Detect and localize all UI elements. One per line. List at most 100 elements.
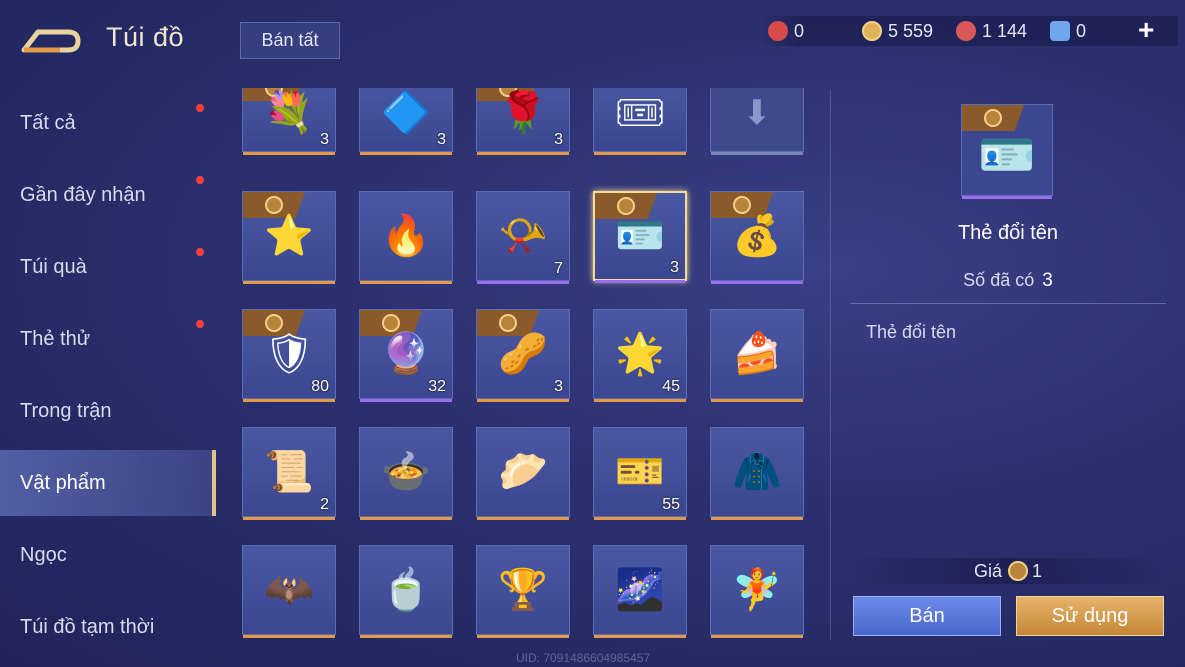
item-slot[interactable]: 🌹 3 — [476, 88, 570, 155]
item-count: 3 — [437, 131, 446, 148]
currency-value: 5 559 — [888, 20, 934, 41]
sell-all-button[interactable]: Bán tất — [240, 22, 340, 59]
rarity-bar — [360, 635, 452, 638]
rarity-bar — [243, 281, 335, 284]
item-slot[interactable]: 🧥 — [710, 427, 804, 520]
red-ticket-icon: 🎟 — [614, 91, 666, 135]
price-row: Giá 1 — [850, 558, 1166, 584]
item-grid[interactable]: 💐 3 🔷 3 🌹 3 🎟 ⬇ ⭐ 🔥 📯 7 🪪 3 💰 🛡 80 🔮 32 … — [236, 88, 826, 640]
item-slot[interactable]: ⬇ — [710, 88, 804, 155]
item-count: 55 — [662, 496, 680, 513]
notification-dot-icon — [196, 248, 204, 256]
item-slot[interactable]: 🔥 — [359, 191, 453, 284]
item-slot[interactable]: 🔷 3 — [359, 88, 453, 155]
rarity-bar — [243, 517, 335, 520]
rarity-bar — [711, 635, 803, 638]
rarity-bar — [594, 635, 686, 638]
item-slot-selected[interactable]: 🪪 3 — [593, 191, 687, 283]
add-currency-button[interactable]: + — [1138, 14, 1154, 46]
item-count: 45 — [662, 378, 680, 395]
rename-card-icon: 🪪 — [978, 128, 1036, 180]
item-slot[interactable]: 🔮 32 — [359, 309, 453, 402]
notification-dot-icon — [196, 320, 204, 328]
item-slot[interactable]: 🛡 80 — [242, 309, 336, 402]
item-slot[interactable]: 💰 — [710, 191, 804, 284]
purple-emblem-icon: 🔷 — [381, 91, 431, 135]
rarity-bar — [360, 152, 452, 155]
sidebar-item-temp-bag[interactable]: Túi đồ tạm thời — [0, 594, 216, 660]
sidebar-item-gift-bag[interactable]: Túi quà — [0, 234, 216, 300]
item-slot[interactable]: 🎫 55 — [593, 427, 687, 520]
detail-description: Thẻ đổi tên — [866, 322, 957, 342]
sidebar-item-label: Gần đây nhận — [20, 183, 146, 206]
item-slot[interactable]: 🏆 — [476, 545, 570, 638]
rarity-bar — [477, 281, 569, 284]
rarity-bar — [594, 517, 686, 520]
item-slot[interactable]: 🦇 — [242, 545, 336, 638]
gold-coin-icon — [1008, 561, 1028, 581]
rarity-bar — [243, 152, 335, 155]
page-title: Túi đồ — [106, 22, 185, 52]
item-slot[interactable]: 🥜 3 — [476, 309, 570, 402]
item-slot[interactable]: ⭐ — [242, 191, 336, 284]
sidebar-item-gems[interactable]: Ngọc — [0, 522, 216, 588]
item-slot[interactable]: 🌟 45 — [593, 309, 687, 402]
category-sidebar: Tất cả Gần đây nhận Túi quà Thẻ thử Tron… — [0, 80, 216, 667]
sidebar-item-label: Túi đồ tạm thời — [20, 615, 155, 638]
item-slot[interactable]: 📜 2 — [242, 427, 336, 520]
rarity-bar — [243, 635, 335, 638]
sidebar-item-label: Ngọc — [20, 543, 67, 566]
currency-value: 0 — [1076, 20, 1087, 41]
sidebar-item-trial-cards[interactable]: Thẻ thử — [0, 306, 216, 372]
use-button[interactable]: Sử dụng — [1016, 596, 1164, 636]
detail-item-icon: 🪪 — [961, 104, 1053, 199]
item-slot[interactable]: 🍵 — [359, 545, 453, 638]
rarity-bar — [711, 152, 803, 155]
item-slot[interactable]: 🍰 — [710, 309, 804, 402]
rarity-bar — [477, 635, 569, 638]
rarity-bar — [477, 399, 569, 402]
price-label: Giá — [973, 560, 1002, 581]
currency-red-crystal[interactable]: 1 144 — [956, 16, 1027, 46]
scroll-map-icon: 📜 — [264, 450, 314, 494]
rarity-bar — [477, 517, 569, 520]
currency-gold-coin[interactable]: 5 559 — [862, 16, 933, 46]
sidebar-item-items[interactable]: Vật phẩm — [0, 450, 216, 516]
item-slot[interactable]: 🎟 — [593, 88, 687, 155]
sidebar-item-in-match[interactable]: Trong trận — [0, 378, 216, 444]
currency-red-gem[interactable]: 0 — [768, 16, 804, 46]
tea-cup-icon: 🍵 — [381, 568, 431, 612]
sidebar-item-all[interactable]: Tất cả — [0, 90, 216, 156]
currency-blue-ticket[interactable]: 0 — [1050, 16, 1086, 46]
item-slot[interactable]: 🧚 — [710, 545, 804, 638]
top-bar: Túi đồ Bán tất 0 5 559 1 144 0 + — [0, 0, 1185, 80]
back-button[interactable] — [20, 22, 82, 56]
item-slot[interactable]: 🌌 — [593, 545, 687, 638]
rename-card-icon: 🪪 — [615, 214, 665, 258]
sidebar-item-recent[interactable]: Gần đây nhận — [0, 162, 216, 228]
item-slot[interactable]: 🍲 — [359, 427, 453, 520]
red-gem-icon — [768, 21, 788, 41]
gold-coin-icon — [862, 21, 882, 41]
rarity-bar — [595, 280, 685, 283]
item-count: 3 — [554, 131, 563, 148]
sell-button[interactable]: Bán — [853, 596, 1001, 636]
item-count: 2 — [320, 496, 329, 513]
owned-value: 3 — [1042, 270, 1053, 291]
currency-value: 0 — [794, 20, 805, 41]
dumpling-icon: 🥟 — [498, 450, 548, 494]
item-count: 80 — [311, 378, 329, 395]
golden-horn-icon: 📯 — [498, 214, 548, 258]
back-arrow-icon — [21, 29, 81, 53]
detail-item-name: Thẻ đổi tên — [957, 222, 1059, 244]
item-slot[interactable]: 💐 3 — [242, 88, 336, 155]
rarity-bar — [360, 399, 452, 402]
item-slot[interactable]: 📯 7 — [476, 191, 570, 284]
item-slot[interactable]: 🥟 — [476, 427, 570, 520]
item-detail-panel: 🪪 Thẻ đổi tên Số đã có 3 Thẻ đổi tên Giá … — [850, 90, 1170, 640]
sidebar-item-label: Thẻ thử — [20, 327, 91, 350]
cake-icon: 🍰 — [732, 332, 782, 376]
item-count: 3 — [670, 259, 679, 276]
item-count: 32 — [428, 378, 446, 395]
treasure-card-icon: 🥜 — [498, 332, 548, 376]
